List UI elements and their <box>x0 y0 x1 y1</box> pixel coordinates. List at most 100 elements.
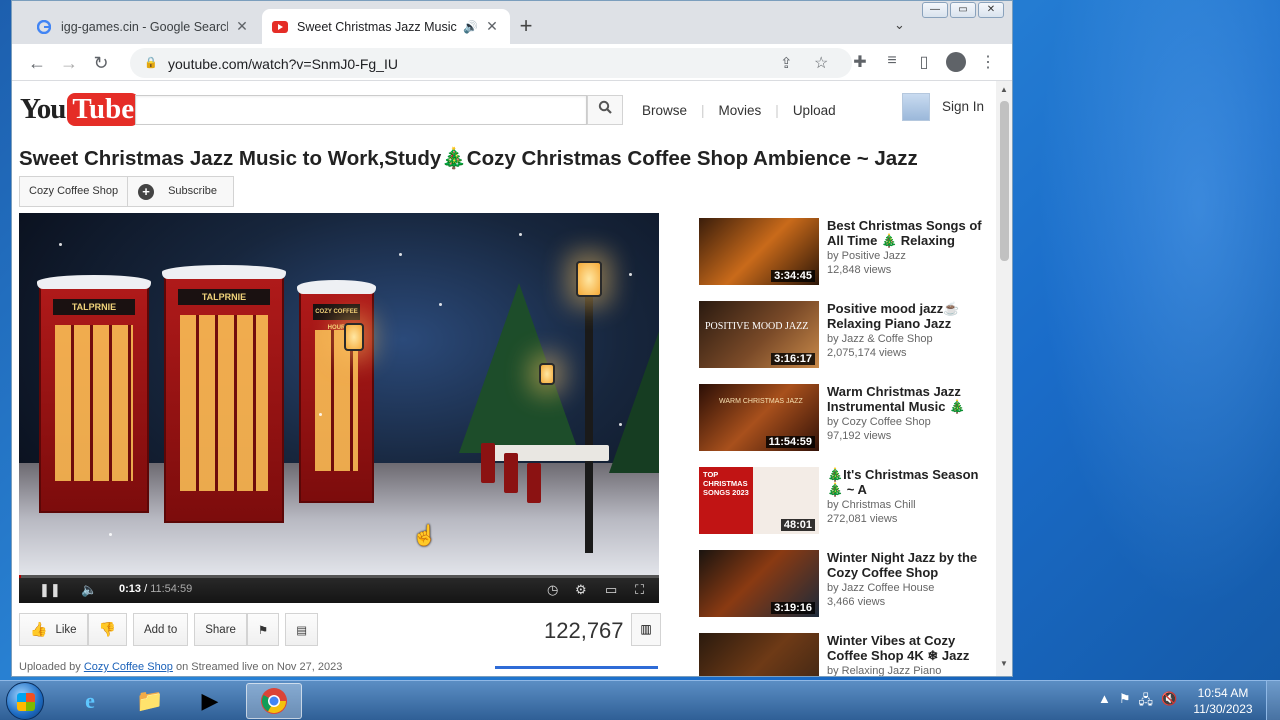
video-thumbnail[interactable] <box>699 633 819 676</box>
related-title[interactable]: Winter Night Jazz by the Cozy Coffee Sho… <box>827 550 985 580</box>
related-title[interactable]: Positive mood jazz☕ Relaxing Piano Jazz <box>827 301 985 331</box>
media-player-icon[interactable]: ▶ <box>182 683 238 719</box>
related-title[interactable]: Winter Vibes at Cozy Coffee Shop 4K ❄ Ja… <box>827 633 985 663</box>
show-desktop-button[interactable] <box>1266 681 1280 720</box>
share-button[interactable]: Share <box>194 613 247 646</box>
duration-badge: 3:19:16 <box>771 602 815 614</box>
upload-channel-link[interactable]: Cozy Coffee Shop <box>84 661 173 673</box>
google-icon <box>36 19 52 35</box>
related-video-item[interactable]: Winter Vibes at Cozy Coffee Shop 4K ❄ Ja… <box>699 633 989 676</box>
youtube-logo[interactable]: You Tube <box>20 93 140 126</box>
volume-muted-icon[interactable]: 🔇 <box>1161 691 1177 713</box>
tab-google-search[interactable]: igg-games.cin - Google Search ✕ <box>26 9 260 44</box>
network-icon[interactable]: 🖧 <box>1139 691 1154 713</box>
video-thumbnail[interactable]: 3:34:45 <box>699 218 819 285</box>
action-center-icon[interactable]: ⚑ <box>1119 691 1131 713</box>
pause-icon[interactable]: ❚❚ <box>39 582 61 598</box>
scrollbar-thumb[interactable] <box>1000 101 1009 261</box>
thumbnail-text: POSITIVE MOOD JAZZ <box>705 321 809 332</box>
logo-tube: Tube <box>67 93 140 126</box>
profile-icon[interactable] <box>946 52 966 72</box>
stats-button[interactable]: ▥ <box>631 613 661 646</box>
scroll-down-arrow-icon[interactable]: ▼ <box>1000 659 1008 668</box>
tray-expand-icon[interactable]: ▲ <box>1098 691 1111 713</box>
internet-explorer-icon[interactable]: e <box>62 683 118 719</box>
subscribe-button[interactable]: + Subscribe <box>128 177 233 206</box>
back-button[interactable]: ← <box>26 52 48 74</box>
scroll-up-arrow-icon[interactable]: ▲ <box>1000 85 1008 94</box>
upload-suffix: on Streamed live on Nov 27, 2023 <box>175 661 343 673</box>
nav-upload[interactable]: Upload <box>793 103 836 118</box>
lock-icon[interactable]: 🔒 <box>144 56 158 69</box>
tab-title: igg-games.cin - Google Search <box>61 19 228 34</box>
dislike-button[interactable]: 👎 <box>87 613 127 646</box>
booth-roof-snow <box>162 265 286 279</box>
tab-strip: igg-games.cin - Google Search ✕ Sweet Ch… <box>12 1 1012 44</box>
related-title[interactable]: Best Christmas Songs of All Time 🎄 Relax… <box>827 218 985 248</box>
share-icon[interactable]: ⇪ <box>780 54 793 72</box>
related-video-item[interactable]: TOP CHRISTMAS SONGS 2023 48:01 🎄It's Chr… <box>699 467 989 550</box>
video-thumbnail[interactable]: WARM CHRISTMAS JAZZ 11:54:59 <box>699 384 819 451</box>
youtube-page: You Tube Browse | Movies | Upload Sign I… <box>12 81 996 676</box>
file-explorer-icon[interactable]: 📁 <box>122 683 178 719</box>
theater-mode-icon[interactable]: ▭ <box>605 582 617 598</box>
snowflake <box>59 243 62 246</box>
media-control-icon[interactable]: ≡ <box>882 52 902 70</box>
system-clock[interactable]: 10:54 AM 11/30/2023 <box>1188 685 1258 717</box>
maximize-button[interactable]: ▭ <box>950 2 976 18</box>
related-views: 272,081 views <box>827 513 898 525</box>
close-window-button[interactable]: ✕ <box>978 2 1004 18</box>
tab-youtube-video[interactable]: Sweet Christmas Jazz Music 🔊 ✕ <box>262 9 510 44</box>
transcript-button[interactable]: ▤ <box>285 613 319 646</box>
reload-button[interactable]: ↻ <box>90 52 112 74</box>
close-tab-icon[interactable]: ✕ <box>234 18 250 35</box>
chrome-icon[interactable] <box>246 683 302 719</box>
related-video-item[interactable]: 3:19:16 Winter Night Jazz by the Cozy Co… <box>699 550 989 633</box>
logo-you: You <box>20 93 66 125</box>
start-button[interactable] <box>6 682 44 720</box>
video-thumbnail[interactable]: 3:19:16 <box>699 550 819 617</box>
video-player[interactable]: TALPRNIE TALPRNIE COZY COFFEE HOUR ☝ ❚❚ … <box>19 213 659 603</box>
windows-logo-icon <box>17 693 35 711</box>
speaker-icon[interactable]: 🔊 <box>463 20 478 34</box>
youtube-icon <box>272 19 288 35</box>
gear-icon[interactable]: ⚙ <box>575 582 587 598</box>
forward-button[interactable]: → <box>58 52 80 74</box>
chevron-down-icon[interactable]: ⌄ <box>894 17 905 33</box>
related-video-item[interactable]: WARM CHRISTMAS JAZZ 11:54:59 Warm Christ… <box>699 384 989 467</box>
new-tab-button[interactable]: + <box>514 15 538 37</box>
fullscreen-icon[interactable]: ⛶ <box>635 582 644 598</box>
volume-icon[interactable]: 🔈 <box>81 582 97 598</box>
related-channel: by Cozy Coffee Shop <box>827 416 931 428</box>
video-thumbnail[interactable]: TOP CHRISTMAS SONGS 2023 48:01 <box>699 467 819 534</box>
related-video-item[interactable]: POSITIVE MOOD JAZZ 3:16:17 Positive mood… <box>699 301 989 384</box>
clock-icon[interactable]: ◷ <box>547 582 558 598</box>
minimize-button[interactable]: — <box>922 2 948 18</box>
like-button[interactable]: 👍 Like <box>19 613 88 646</box>
channel-name-button[interactable]: Cozy Coffee Shop <box>20 177 129 206</box>
avatar[interactable] <box>902 93 930 121</box>
video-thumbnail[interactable]: POSITIVE MOOD JAZZ 3:16:17 <box>699 301 819 368</box>
side-panel-icon[interactable]: ▯ <box>914 52 934 72</box>
close-tab-icon[interactable]: ✕ <box>484 18 500 35</box>
nav-movies[interactable]: Movies <box>719 103 762 118</box>
page-scrollbar[interactable]: ▲ ▼ <box>996 81 1012 676</box>
related-title[interactable]: 🎄It's Christmas Season 🎄 ~ A <box>827 467 985 497</box>
related-video-item[interactable]: 3:34:45 Best Christmas Songs of All Time… <box>699 218 989 301</box>
progress-bar[interactable] <box>19 575 659 578</box>
menu-kebab-icon[interactable]: ⋮ <box>978 52 998 72</box>
related-views: 97,192 views <box>827 430 892 442</box>
related-channel: by Jazz Coffee House <box>827 582 935 594</box>
address-bar[interactable]: 🔒 youtube.com/watch?v=SnmJ0-Fg_IU ⇪ ☆ <box>130 48 852 78</box>
flag-button[interactable]: ⚑ <box>246 613 280 646</box>
related-channel: by Christmas Chill <box>827 499 916 511</box>
search-input[interactable] <box>135 95 587 125</box>
bookmark-star-icon[interactable]: ☆ <box>814 53 828 73</box>
related-title[interactable]: Warm Christmas Jazz Instrumental Music 🎄 <box>827 384 985 414</box>
subscribe-label: Subscribe <box>168 185 217 197</box>
extensions-icon[interactable]: ✚ <box>850 52 870 72</box>
sign-in-link[interactable]: Sign In <box>942 99 984 114</box>
add-to-button[interactable]: Add to <box>132 613 189 646</box>
search-button[interactable] <box>587 95 623 125</box>
nav-browse[interactable]: Browse <box>642 103 687 118</box>
